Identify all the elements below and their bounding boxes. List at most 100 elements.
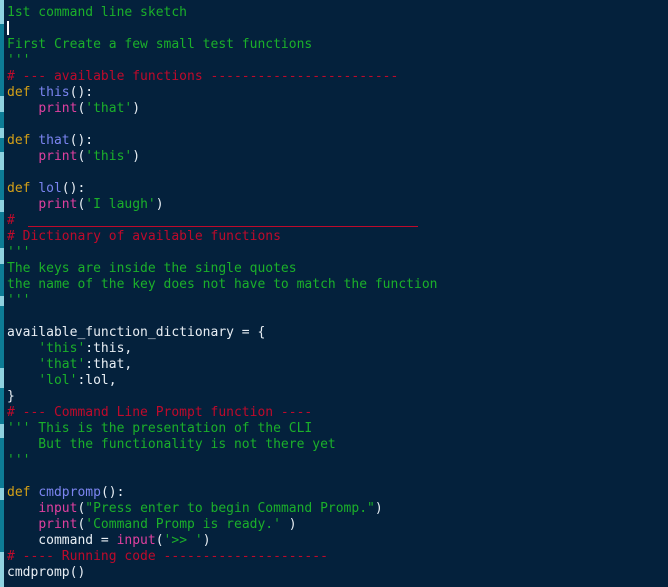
code-token-str: 'this' [85, 149, 133, 164]
gutter-segment [0, 200, 4, 212]
code-token-pl: ) [374, 501, 383, 516]
code-token-pl: (): [100, 485, 125, 500]
code-token-cmt: # [7, 213, 15, 228]
code-token-fn: that [38, 133, 70, 148]
code-line[interactable]: print('this') [0, 149, 668, 165]
code-token-pl: ) [132, 149, 141, 164]
code-line[interactable]: ''' [0, 53, 668, 69]
code-token-pl: ) [132, 101, 141, 116]
code-line[interactable]: 'this':this, [0, 341, 668, 357]
gutter-segment [0, 424, 4, 438]
code-token-fn: lol [38, 181, 62, 196]
code-token-cmt: # --- Command Line Prompt function ---- [7, 405, 313, 420]
code-line[interactable]: But the functionality is not there yet [0, 437, 668, 453]
code-line[interactable]: def cmdpromp(): [0, 485, 668, 501]
code-token-str: 'Command Promp is ready.' [85, 517, 281, 532]
code-editor[interactable]: 1st command line sketch First Create a fe… [0, 0, 668, 587]
code-token-fn: cmdpromp [38, 485, 101, 500]
code-token-str: the name of the key does not have to mat… [7, 277, 438, 292]
code-token-str: 'lol' [38, 373, 78, 388]
code-token-bi: print [38, 197, 78, 212]
code-token-pl: :lol, [77, 373, 117, 388]
code-token-pl: ) [202, 533, 211, 548]
code-line[interactable]: # ---- Running code --------------------… [0, 549, 668, 565]
gutter-segment [0, 368, 4, 388]
code-token-bi: print [38, 517, 78, 532]
code-line[interactable]: } [0, 389, 668, 405]
code-token-pl: ( [155, 533, 164, 548]
code-line[interactable]: The keys are inside the single quotes [0, 261, 668, 277]
code-token-kw: def [7, 181, 31, 196]
code-line[interactable] [0, 309, 668, 325]
code-line[interactable]: ''' [0, 293, 668, 309]
code-token-pl: command = [7, 533, 117, 548]
code-line[interactable]: 'lol':lol, [0, 373, 668, 389]
code-line[interactable]: # Dictionary of available functions [0, 229, 668, 245]
code-token-str: 'that' [85, 101, 133, 116]
code-token-pl: available_function_dictionary = { [7, 325, 266, 340]
code-line[interactable]: 1st command line sketch [0, 5, 668, 21]
code-token-str: 'that' [38, 357, 86, 372]
code-token-str: ''' [7, 245, 31, 260]
code-line[interactable]: def this(): [0, 85, 668, 101]
code-token-pl: ) [280, 517, 297, 532]
code-token-str: "Press enter to begin Command Promp." [85, 501, 375, 516]
code-token-str: 1st command line sketch [7, 5, 188, 20]
gutter-segment [0, 248, 4, 264]
code-line[interactable]: def that(): [0, 133, 668, 149]
code-token-fn: this [38, 85, 70, 100]
code-line[interactable]: input("Press enter to begin Command Prom… [0, 501, 668, 517]
code-token-cmt: # ---- Running code --------------------… [7, 549, 328, 564]
code-line[interactable]: # --- available functions --------------… [0, 69, 668, 85]
code-line[interactable] [0, 165, 668, 181]
code-token-pl: :this, [85, 341, 133, 356]
code-token-bi: print [38, 149, 78, 164]
code-token-pl: (): [61, 181, 86, 196]
code-line[interactable] [0, 117, 668, 133]
code-line[interactable]: ''' [0, 453, 668, 469]
code-token-pl: :that, [85, 357, 133, 372]
code-line[interactable]: def lol(): [0, 181, 668, 197]
gutter-segment [0, 552, 4, 587]
editor-marker-gutter[interactable] [0, 0, 4, 587]
code-token-str: 'I laugh' [85, 197, 156, 212]
code-token-cmt: # --- available functions --------------… [7, 69, 399, 84]
gutter-segment [0, 128, 4, 138]
code-line[interactable]: command = input('>> ') [0, 533, 668, 549]
code-line[interactable]: the name of the key does not have to mat… [0, 277, 668, 293]
code-line[interactable]: ''' This is the presentation of the CLI [0, 421, 668, 437]
code-token-str: '>> ' [163, 533, 203, 548]
code-area[interactable]: 1st command line sketch First Create a fe… [0, 0, 668, 581]
code-token-pl: ) [155, 197, 164, 212]
code-line[interactable] [0, 469, 668, 485]
gutter-segment [0, 296, 4, 306]
code-line[interactable]: print('that') [0, 101, 668, 117]
code-line[interactable]: First Create a few small test functions [0, 37, 668, 53]
code-token-bi: print [38, 101, 78, 116]
gutter-segment [0, 488, 4, 500]
code-token-kw: def [7, 85, 31, 100]
code-line[interactable]: 'that':that, [0, 357, 668, 373]
code-token-kw: def [7, 485, 31, 500]
code-token-pl: cmdpromp() [7, 565, 86, 580]
code-line[interactable]: cmdpromp() [0, 565, 668, 581]
code-line[interactable]: ''' [0, 245, 668, 261]
code-line[interactable]: available_function_dictionary = { [0, 325, 668, 341]
code-token-str: ''' [7, 53, 31, 68]
code-token-str: But the functionality is not there yet [7, 437, 336, 452]
code-line[interactable] [0, 21, 668, 37]
code-token-bi: input [116, 533, 156, 548]
code-line[interactable]: print('Command Promp is ready.' ) [0, 517, 668, 533]
code-line[interactable]: # --- Command Line Prompt function ---- [0, 405, 668, 421]
gutter-segment [0, 152, 4, 170]
code-token-pl: (): [69, 133, 94, 148]
code-token-cmt: # Dictionary of available functions [7, 229, 281, 244]
code-line[interactable]: print('I laugh') [0, 197, 668, 213]
code-line[interactable]: # [0, 213, 668, 229]
